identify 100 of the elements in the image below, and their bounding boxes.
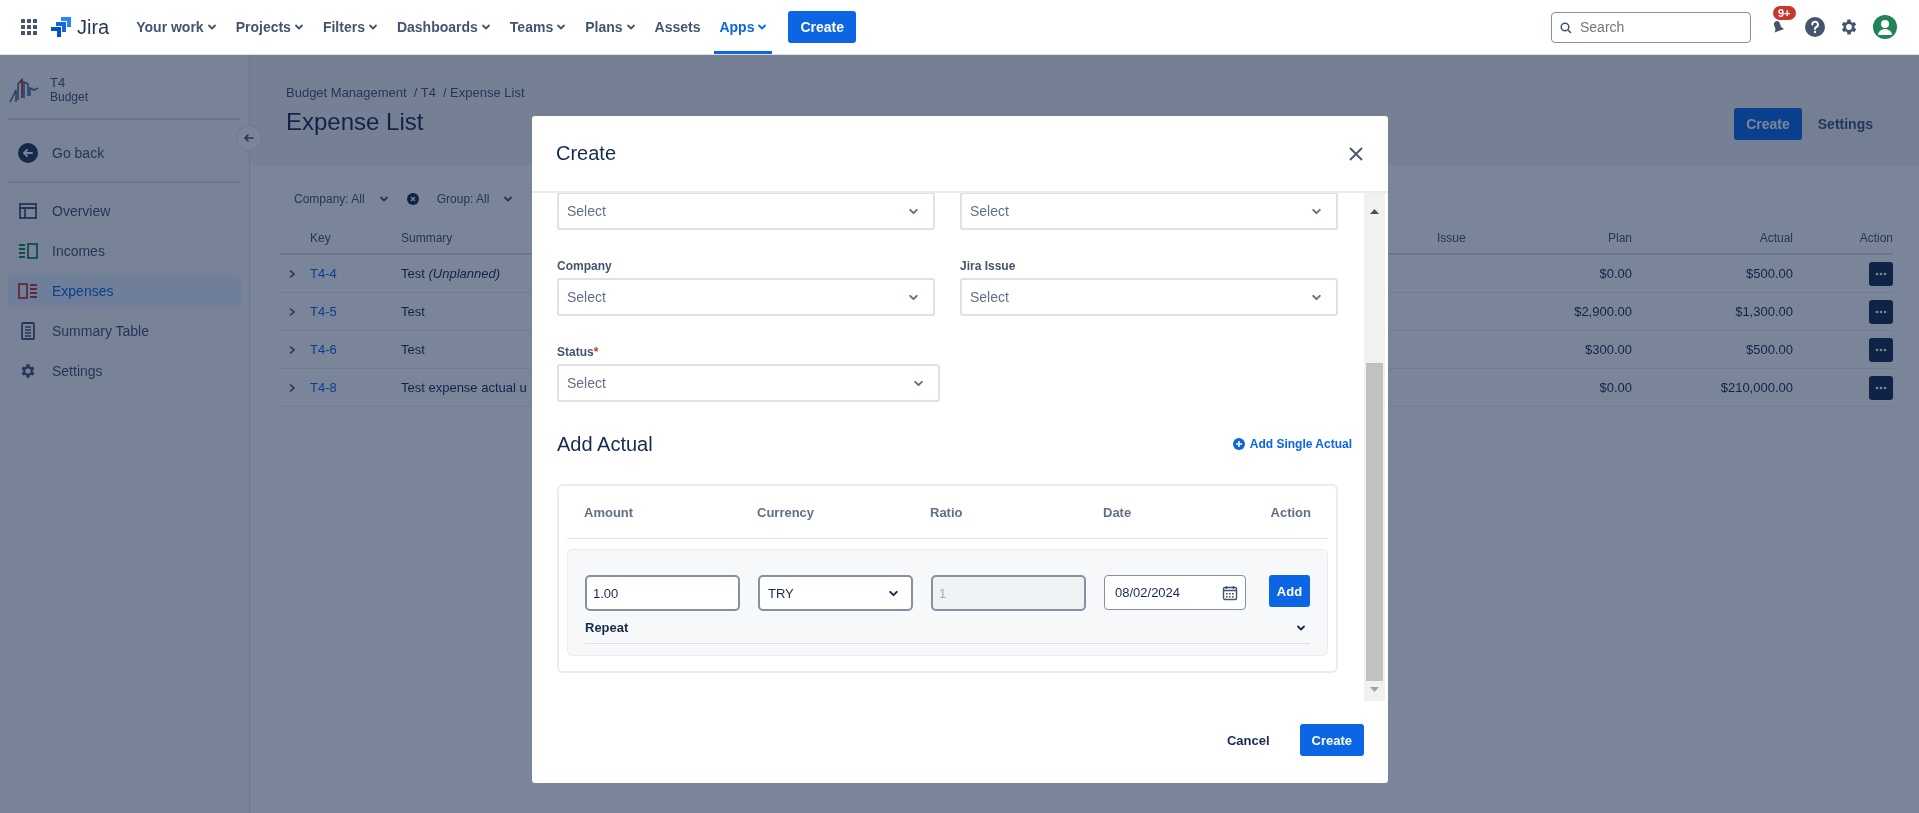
nav-menu-item[interactable]: Apps <box>712 0 775 54</box>
column-header: Actual <box>1758 231 1793 245</box>
more-actions-button[interactable] <box>1869 261 1893 286</box>
nav-menu-item[interactable]: Your work <box>129 0 227 54</box>
field-label: Status* <box>557 345 599 359</box>
sidebar-item[interactable]: Overview <box>8 195 241 227</box>
calendar-icon[interactable] <box>1222 585 1238 601</box>
chevron-down-icon <box>625 22 636 32</box>
column-header: Action <box>1858 231 1893 245</box>
app-switcher-icon[interactable] <box>21 19 37 35</box>
chevron-down-icon <box>503 194 514 204</box>
nav-menu-item[interactable]: Teams <box>502 0 577 54</box>
more-icon <box>1875 271 1887 276</box>
filter-dropdown[interactable]: Group: All <box>432 192 518 206</box>
chevron-right-icon <box>288 306 296 317</box>
list-icon <box>18 283 38 299</box>
field-label: Jira Issue <box>960 259 1016 273</box>
date-field[interactable]: 08/02/2024 <box>1104 575 1246 610</box>
project-type: Budget <box>50 90 89 104</box>
avatar-icon[interactable] <box>1873 15 1897 39</box>
chevron-right-icon <box>288 382 296 393</box>
help-icon[interactable] <box>1805 17 1825 37</box>
filter-dropdown[interactable]: Company: All <box>290 192 393 206</box>
repeat-toggle[interactable]: Repeat <box>585 620 1310 644</box>
sidebar-item[interactable]: Summary Table <box>8 315 241 347</box>
more-actions-button[interactable] <box>1869 337 1893 362</box>
plan-cell-text: $0.00 <box>1598 380 1632 395</box>
issue-key-link[interactable]: T4-8 <box>310 380 401 395</box>
more-actions-button[interactable] <box>1869 299 1893 324</box>
chevron-down-icon <box>378 194 389 204</box>
sidebar-item[interactable]: Settings <box>8 355 241 387</box>
currency-select[interactable]: TRY <box>758 575 913 611</box>
issue-key-link[interactable]: T4-5 <box>310 304 401 319</box>
column-header: Summary <box>401 231 454 245</box>
create-button[interactable]: Create <box>1734 108 1802 140</box>
breadcrumb-link[interactable]: Budget Management <box>286 85 407 100</box>
summary-cell: Test expense actual u <box>401 380 527 395</box>
chevron-down-icon <box>480 22 491 32</box>
column-header: Action <box>1270 504 1311 520</box>
plan-cell-text: $2,900.00 <box>1573 304 1632 319</box>
chevron-right-icon <box>288 268 296 279</box>
actual-cell-text: $500.00 <box>1745 342 1793 357</box>
nav-menu-item[interactable]: Dashboards <box>389 0 501 54</box>
settings-icon <box>19 362 37 380</box>
settings-icon[interactable] <box>1839 17 1859 37</box>
more-icon <box>1875 385 1887 390</box>
more-actions-button[interactable] <box>1869 375 1893 400</box>
sidebar-item[interactable]: Incomes <box>8 235 241 267</box>
jira-logo-icon[interactable] <box>51 17 71 37</box>
project-name: T4 <box>50 75 67 90</box>
select-field[interactable]: Select <box>557 364 940 402</box>
breadcrumb-link[interactable]: / Expense List <box>442 85 525 100</box>
actual-cell-text: $500.00 <box>1745 266 1793 281</box>
collapse-sidebar-button[interactable] <box>236 125 262 151</box>
plan-cell-text: $0.00 <box>1598 266 1632 281</box>
clear-icon[interactable] <box>406 193 419 205</box>
nav-menu-item[interactable]: Plans <box>578 0 646 54</box>
document-icon <box>21 322 35 340</box>
nav-menu-item[interactable]: Assets <box>647 0 711 54</box>
go-back-button[interactable]: Go back <box>8 124 208 181</box>
column-header: Plan <box>1606 231 1632 245</box>
field-label: Company <box>557 259 612 273</box>
column-header: Key <box>310 231 332 245</box>
close-button[interactable] <box>1348 145 1364 162</box>
create-button[interactable]: Create <box>788 11 857 43</box>
plan-cell-text: $300.00 <box>1584 342 1632 357</box>
breadcrumb-link[interactable]: / T4 <box>413 85 436 100</box>
scrollbar[interactable] <box>1364 193 1385 701</box>
page-title: Expense List <box>286 108 425 136</box>
amount-input[interactable]: 1.00 <box>585 575 740 611</box>
nav-menu-item[interactable]: Projects <box>228 0 314 54</box>
chevron-down-icon <box>293 22 304 32</box>
column-header: Ratio <box>930 504 964 520</box>
more-icon <box>1875 309 1887 314</box>
notification-count: 9+ <box>1773 6 1796 20</box>
add-single-actual-link[interactable]: Add Single Actual <box>1232 437 1352 451</box>
select-field[interactable]: Select <box>960 278 1338 316</box>
actual-cell-text: $1,300.00 <box>1734 304 1793 319</box>
chevron-down-icon <box>757 22 768 32</box>
column-header: Amount <box>584 504 635 520</box>
issue-key-link[interactable]: T4-4 <box>310 266 401 281</box>
select-field[interactable]: Select <box>557 193 935 230</box>
product-name[interactable]: Jira <box>77 15 110 39</box>
column-header: Issue <box>1437 231 1467 245</box>
actual-cell-text: $210,000.00 <box>1719 380 1793 395</box>
create-button[interactable]: Create <box>1299 724 1364 756</box>
city-chart-icon <box>8 75 40 104</box>
chevron-down-icon <box>367 22 378 32</box>
nav-menu-item[interactable]: Filters <box>315 0 388 54</box>
select-field[interactable]: Select <box>960 193 1338 230</box>
cancel-button[interactable]: Cancel <box>1214 724 1282 756</box>
summary-cell: Test (Unplanned) <box>401 266 500 281</box>
plus-circle-icon <box>1232 438 1245 450</box>
add-button[interactable]: Add <box>1269 575 1310 607</box>
summary-cell: Test <box>401 342 425 357</box>
select-field[interactable]: Select <box>557 278 935 316</box>
search-field[interactable]: Search <box>1551 11 1751 43</box>
chevron-down-icon <box>556 22 567 32</box>
column-header: Date <box>1103 504 1133 520</box>
issue-key-link[interactable]: T4-6 <box>310 342 401 357</box>
